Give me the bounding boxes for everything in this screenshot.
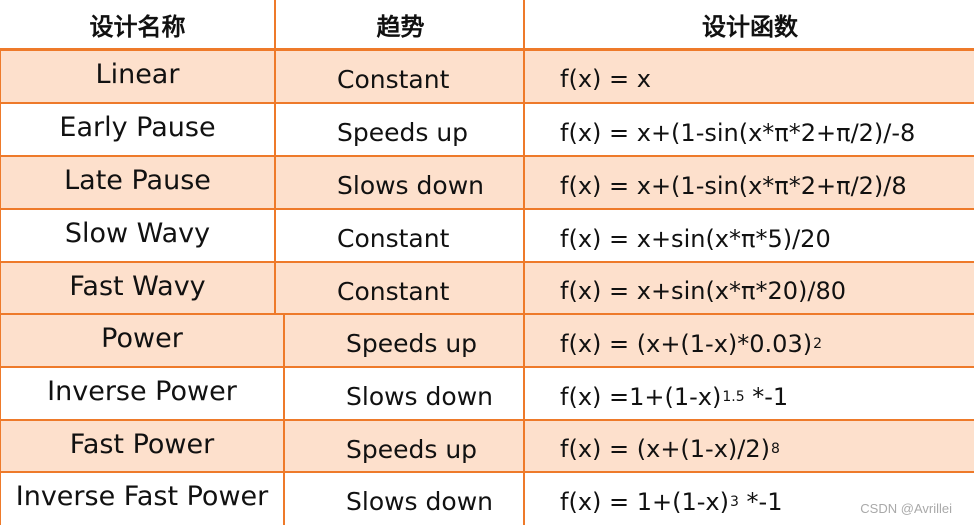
function-base: f(x) = (x+(1-x)/2) bbox=[560, 435, 770, 463]
row-trend: Slows down bbox=[346, 382, 493, 411]
row-divider bbox=[0, 366, 974, 368]
function-base: f(x) = 1+(1-x) bbox=[560, 487, 729, 516]
table-row: Fast Wavy Constant f(x) = x+sin(x*π*20)/… bbox=[0, 262, 974, 314]
row-trend: Slows down bbox=[337, 171, 484, 200]
table-row: Early Pause Speeds up f(x) = x+(1-sin(x*… bbox=[0, 103, 974, 156]
table-row: Power Speeds up f(x) = (x+(1-x)*0.03) 2 bbox=[0, 314, 974, 367]
row-function: f(x) = x+(1-sin(x*π*2+π/2)/-8 bbox=[560, 118, 916, 147]
row-trend: Speeds up bbox=[337, 118, 469, 147]
row-name: Power bbox=[101, 323, 183, 354]
row-trend: Constant bbox=[337, 224, 450, 253]
column-divider bbox=[283, 314, 285, 525]
column-divider bbox=[523, 0, 525, 525]
table-header: 设计名称 趋势 设计函数 bbox=[0, 0, 974, 49]
row-divider bbox=[0, 419, 974, 421]
row-function: f(x) = (x+(1-x)/2) 8 bbox=[560, 420, 780, 472]
row-function: f(x) = (x+(1-x)*0.03) 2 bbox=[560, 314, 822, 367]
table-row: Fast Power Speeds up f(x) = (x+(1-x)/2) 8 bbox=[0, 420, 974, 472]
row-divider bbox=[0, 102, 974, 104]
row-trend: Constant bbox=[337, 64, 450, 94]
function-base: f(x) = (x+(1-x)*0.03) bbox=[560, 329, 813, 358]
row-function: f(x) = x+sin(x*π*20)/80 bbox=[560, 277, 846, 305]
function-exponent: 8 bbox=[771, 441, 780, 457]
row-name: Slow Wavy bbox=[64, 218, 211, 249]
header-design-function: 设计函数 bbox=[702, 13, 798, 41]
row-trend: Slows down bbox=[346, 487, 493, 516]
function-exponent: 3 bbox=[729, 493, 739, 510]
row-name: Early Pause bbox=[59, 112, 216, 143]
row-divider bbox=[0, 471, 974, 473]
row-name: Linear bbox=[95, 58, 180, 90]
left-border bbox=[0, 49, 1, 525]
row-function: f(x) =1+(1-x) 1.5 *-1 bbox=[560, 367, 788, 420]
row-name: Fast Wavy bbox=[69, 270, 206, 302]
header-trend: 趋势 bbox=[376, 13, 425, 41]
table-row: Linear Constant f(x) = x bbox=[0, 49, 974, 103]
row-name: Inverse Power bbox=[47, 376, 237, 407]
table-row: Late Pause Slows down f(x) = x+(1-sin(x*… bbox=[0, 156, 974, 209]
row-trend: Constant bbox=[337, 276, 450, 306]
function-tail: *-1 bbox=[738, 487, 783, 516]
row-trend: Speeds up bbox=[346, 434, 478, 464]
row-function: f(x) = x+(1-sin(x*π*2+π/2)/8 bbox=[560, 171, 907, 200]
column-divider bbox=[274, 0, 276, 314]
row-function: f(x) = x bbox=[560, 65, 651, 93]
row-divider bbox=[0, 261, 974, 263]
table-row: Slow Wavy Constant f(x) = x+sin(x*π*5)/2… bbox=[0, 209, 974, 262]
row-divider bbox=[0, 208, 974, 210]
table-row: Inverse Fast Power Slows down f(x) = 1+(… bbox=[0, 472, 974, 525]
function-base: f(x) =1+(1-x) bbox=[560, 382, 722, 411]
function-exponent: 2 bbox=[813, 335, 823, 352]
row-name: Fast Power bbox=[69, 428, 215, 460]
row-trend: Speeds up bbox=[346, 329, 478, 358]
row-divider bbox=[0, 313, 974, 315]
table-row: Inverse Power Slows down f(x) =1+(1-x) 1.… bbox=[0, 367, 974, 420]
row-name: Inverse Fast Power bbox=[15, 481, 269, 512]
row-divider bbox=[0, 48, 974, 51]
row-function: f(x) = 1+(1-x) 3 *-1 bbox=[560, 472, 782, 525]
function-exponent: 1.5 bbox=[722, 388, 745, 405]
row-name: Late Pause bbox=[64, 165, 211, 196]
row-divider bbox=[0, 155, 974, 157]
watermark: CSDN @Avrillei bbox=[860, 501, 952, 516]
row-function: f(x) = x+sin(x*π*5)/20 bbox=[560, 224, 831, 253]
header-design-name: 设计名称 bbox=[89, 13, 186, 41]
function-tail: *-1 bbox=[744, 382, 789, 411]
